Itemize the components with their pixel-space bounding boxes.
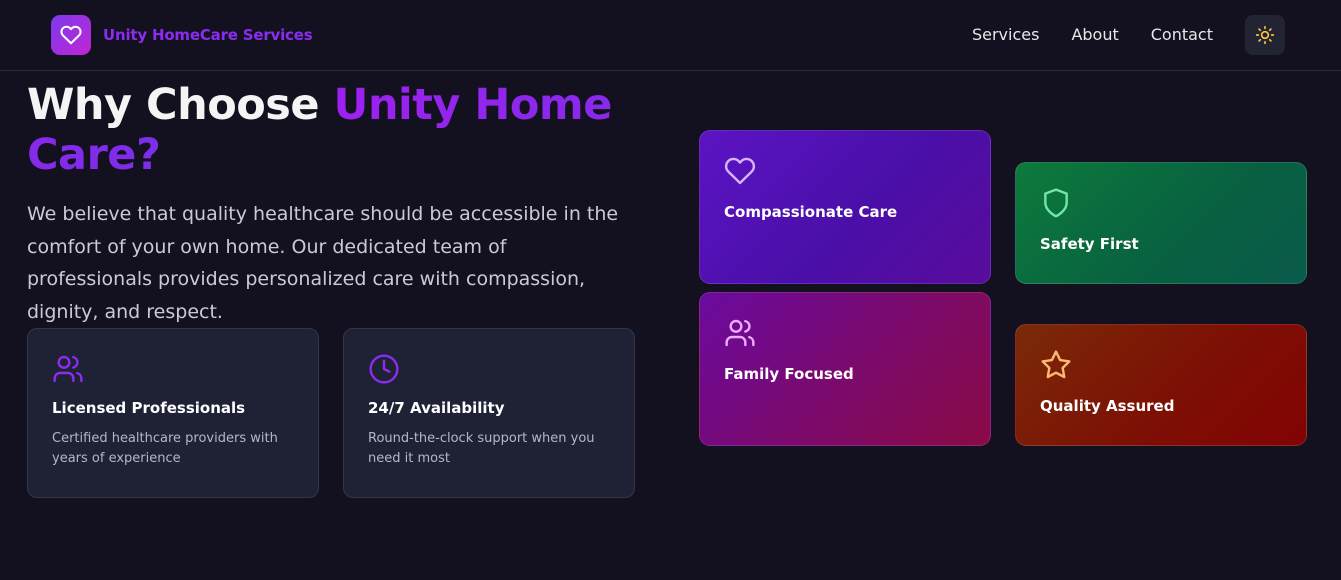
feature-title: Licensed Professionals (52, 399, 246, 417)
hero-description: We believe that quality healthcare shoul… (27, 203, 619, 323)
users-icon (53, 355, 83, 383)
star-icon (1041, 350, 1071, 379)
shield-icon (1044, 188, 1068, 218)
brand-name: Unity HomeCare Services (103, 26, 313, 44)
sun-icon (1255, 25, 1275, 45)
users-icon (725, 319, 755, 347)
feature-card-licensed: Licensed Professionals Certified healthc… (27, 328, 319, 498)
tile-title: Safety First (1040, 235, 1139, 253)
tile-title: Quality Assured (1040, 397, 1175, 415)
nav-link-services[interactable]: Services (972, 15, 1039, 55)
tile-safety-first: Safety First (1015, 162, 1307, 284)
nav-link-contact[interactable]: Contact (1151, 15, 1213, 55)
feature-text: Certified healthcare providers with year… (52, 431, 278, 466)
heart-icon (51, 15, 91, 55)
nav-link-about[interactable]: About (1071, 15, 1118, 55)
tile-family-focused: Family Focused (699, 292, 991, 446)
tile-quality-assured: Quality Assured (1015, 324, 1307, 446)
clock-icon (369, 354, 399, 384)
brand-link[interactable]: Unity HomeCare Services (51, 15, 313, 55)
title-plain: Why Choose (27, 80, 334, 130)
feature-card-availability: 24/7 Availability Round-the-clock suppor… (343, 328, 635, 498)
heart-icon (724, 157, 756, 185)
tile-title: Family Focused (724, 365, 854, 383)
top-navigation: Unity HomeCare Services Services About C… (0, 0, 1341, 71)
feature-text: Round-the-clock support when you need it… (368, 431, 595, 466)
tile-compassionate-care: Compassionate Care (699, 130, 991, 284)
page-title: Why Choose Unity Home Care? (27, 80, 647, 180)
nav-links: Services About Contact (972, 15, 1285, 55)
theme-toggle-button[interactable] (1245, 15, 1285, 55)
feature-title: 24/7 Availability (368, 399, 505, 417)
tile-title: Compassionate Care (724, 203, 898, 221)
